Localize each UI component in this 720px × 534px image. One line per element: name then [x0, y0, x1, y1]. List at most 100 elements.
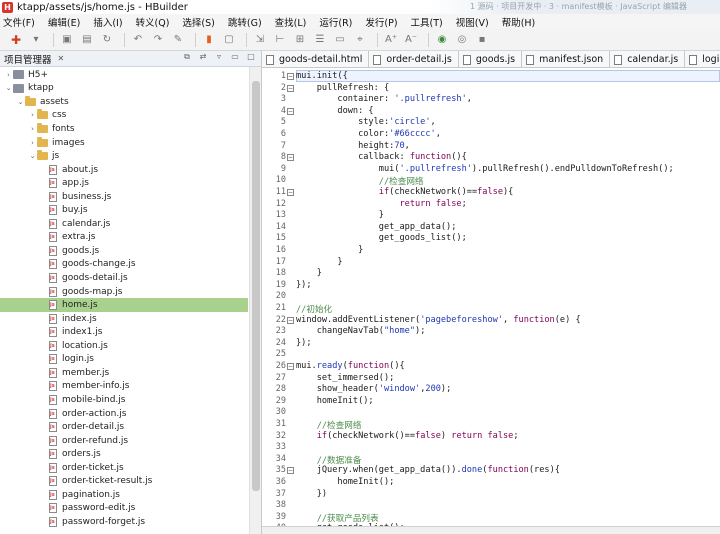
tree-folder-item[interactable]: › H5+	[0, 68, 248, 82]
bookmark-icon[interactable]: ▮	[201, 32, 217, 48]
fold-toggle-icon[interactable]: −	[287, 84, 294, 92]
tree-scrollbar[interactable]	[249, 67, 261, 534]
menu-item[interactable]: 查找(L)	[275, 15, 307, 29]
collapse-all-icon[interactable]: ⧉	[181, 52, 193, 64]
file-icon[interactable]: ▢	[221, 32, 237, 48]
tree-file-item[interactable]: index.js	[0, 312, 248, 326]
tree-file-item[interactable]: mobile-bind.js	[0, 393, 248, 407]
editor-tab[interactable]: order-detail.js	[369, 51, 459, 67]
tree-file-item[interactable]: orders.js	[0, 447, 248, 461]
comment-icon[interactable]: ▭	[332, 32, 348, 48]
format-icon[interactable]: ✎	[170, 32, 186, 48]
view-menu-icon[interactable]: ▿	[213, 52, 225, 64]
tree-folder-item[interactable]: › fonts	[0, 122, 248, 136]
maximize-icon[interactable]: □	[245, 52, 257, 64]
insert-icon[interactable]: ⊞	[292, 32, 308, 48]
link-editor-icon[interactable]: ⇄	[197, 52, 209, 64]
scrollbar-thumb[interactable]	[252, 81, 260, 491]
tree-file-item[interactable]: order-refund.js	[0, 434, 248, 448]
tree-file-item[interactable]: login.js	[0, 353, 248, 367]
editor-tab[interactable]: login	[685, 51, 720, 67]
fold-toggle-icon[interactable]: −	[287, 107, 294, 115]
editor-tab[interactable]: calendar.js	[610, 51, 686, 67]
dropdown-icon[interactable]: ▾	[28, 32, 44, 48]
tree-folder-item[interactable]: › css	[0, 109, 248, 123]
tree-folder-item[interactable]: › images	[0, 136, 248, 150]
tree-file-item[interactable]: member.js	[0, 366, 248, 380]
run-icon[interactable]: ◉	[434, 32, 450, 48]
tree-file-item[interactable]: business.js	[0, 190, 248, 204]
editor-tab[interactable]: manifest.json	[522, 51, 611, 67]
menu-item[interactable]: 工具(T)	[411, 15, 443, 29]
tree-file-item[interactable]: goods-map.js	[0, 285, 248, 299]
menu-item[interactable]: 编辑(E)	[48, 15, 80, 29]
tree-item-label: goods-detail.js	[62, 273, 128, 283]
expand-arrow-icon[interactable]: ›	[28, 125, 37, 133]
tree-folder-item[interactable]: ⌄ js	[0, 149, 248, 163]
fold-toggle-icon[interactable]: −	[287, 467, 294, 475]
toolbar-separator	[124, 32, 125, 47]
tree-file-item[interactable]: buy.js	[0, 204, 248, 218]
undo-icon[interactable]: ↶	[130, 32, 146, 48]
menu-item[interactable]: 选择(S)	[182, 15, 214, 29]
tree-file-item[interactable]: order-action.js	[0, 407, 248, 421]
tree-file-item[interactable]: home.js	[0, 298, 248, 312]
menu-item[interactable]: 帮助(H)	[502, 15, 536, 29]
refresh-icon[interactable]: ↻	[99, 32, 115, 48]
tree-file-item[interactable]: order-ticket-result.js	[0, 475, 248, 489]
expand-arrow-icon[interactable]: ›	[4, 71, 13, 79]
tree-file-item[interactable]: member-info.js	[0, 380, 248, 394]
redo-icon[interactable]: ↷	[150, 32, 166, 48]
tree-folder-item[interactable]: ⌄ assets	[0, 95, 248, 109]
tree-file-item[interactable]: pagination.js	[0, 488, 248, 502]
expand-arrow-icon[interactable]: ›	[28, 139, 37, 147]
tree-file-item[interactable]: extra.js	[0, 231, 248, 245]
tree-file-item[interactable]: password-forget.js	[0, 515, 248, 529]
code-editor[interactable]: 1−2−3 4−5 6 7 8−9 10 11−12 13 14 15 16 17 18 19 20 21 22…	[262, 68, 720, 526]
tree-file-item[interactable]: calendar.js	[0, 217, 248, 231]
editor-tab[interactable]: goods.js	[458, 51, 523, 67]
menu-item[interactable]: 文件(F)	[3, 15, 35, 29]
file-icon	[373, 54, 382, 65]
menu-item[interactable]: 运行(R)	[319, 15, 352, 29]
browser-icon[interactable]: ◎	[454, 32, 470, 48]
editor-tab[interactable]: goods-detail.html	[262, 51, 370, 67]
export-icon[interactable]: ⇲	[252, 32, 268, 48]
list-icon[interactable]: ☰	[312, 32, 328, 48]
bracket-icon[interactable]: ⊢	[272, 32, 288, 48]
menu-item[interactable]: 视图(V)	[456, 15, 489, 29]
tree-file-item[interactable]: goods-detail.js	[0, 271, 248, 285]
tree-file-item[interactable]: location.js	[0, 339, 248, 353]
expand-arrow-icon[interactable]: ⌄	[4, 84, 13, 92]
fold-toggle-icon[interactable]: −	[287, 189, 294, 196]
menu-item[interactable]: 发行(P)	[365, 15, 397, 29]
save-all-icon[interactable]: ▤	[79, 32, 95, 48]
tree-file-item[interactable]: app.js	[0, 176, 248, 190]
font-increase-icon[interactable]: A⁺	[383, 32, 399, 48]
tree-file-item[interactable]: password-edit.js	[0, 502, 248, 516]
tree-file-item[interactable]: order-detail.js	[0, 420, 248, 434]
expand-arrow-icon[interactable]: ›	[28, 111, 37, 119]
fold-toggle-icon[interactable]: −	[287, 363, 294, 370]
stop-icon[interactable]: ▪	[474, 32, 490, 48]
fold-toggle-icon[interactable]: −	[287, 154, 294, 162]
fold-toggle-icon[interactable]: −	[287, 316, 294, 324]
expand-arrow-icon[interactable]: ⌄	[28, 152, 37, 160]
tree-file-item[interactable]: goods.js	[0, 244, 248, 258]
menu-item[interactable]: 插入(I)	[93, 15, 122, 29]
tree-file-item[interactable]: index1.js	[0, 325, 248, 339]
plus-icon[interactable]: ✚	[8, 32, 24, 48]
tree-file-item[interactable]: order-ticket.js	[0, 461, 248, 475]
menu-item[interactable]: 转义(Q)	[136, 15, 170, 29]
save-icon[interactable]: ▣	[59, 32, 75, 48]
minimize-icon[interactable]: ▭	[229, 52, 241, 64]
fold-toggle-icon[interactable]: −	[287, 73, 294, 80]
expand-arrow-icon[interactable]: ⌄	[16, 98, 25, 106]
tree-file-item[interactable]: about.js	[0, 163, 248, 177]
close-panel-icon[interactable]: ✕	[58, 54, 65, 63]
font-decrease-icon[interactable]: A⁻	[403, 32, 419, 48]
pin-icon[interactable]: ⌖	[352, 32, 368, 48]
tree-file-item[interactable]: goods-change.js	[0, 258, 248, 272]
tree-folder-item[interactable]: ⌄ ktapp	[0, 82, 248, 96]
menu-item[interactable]: 跳转(G)	[228, 15, 262, 29]
